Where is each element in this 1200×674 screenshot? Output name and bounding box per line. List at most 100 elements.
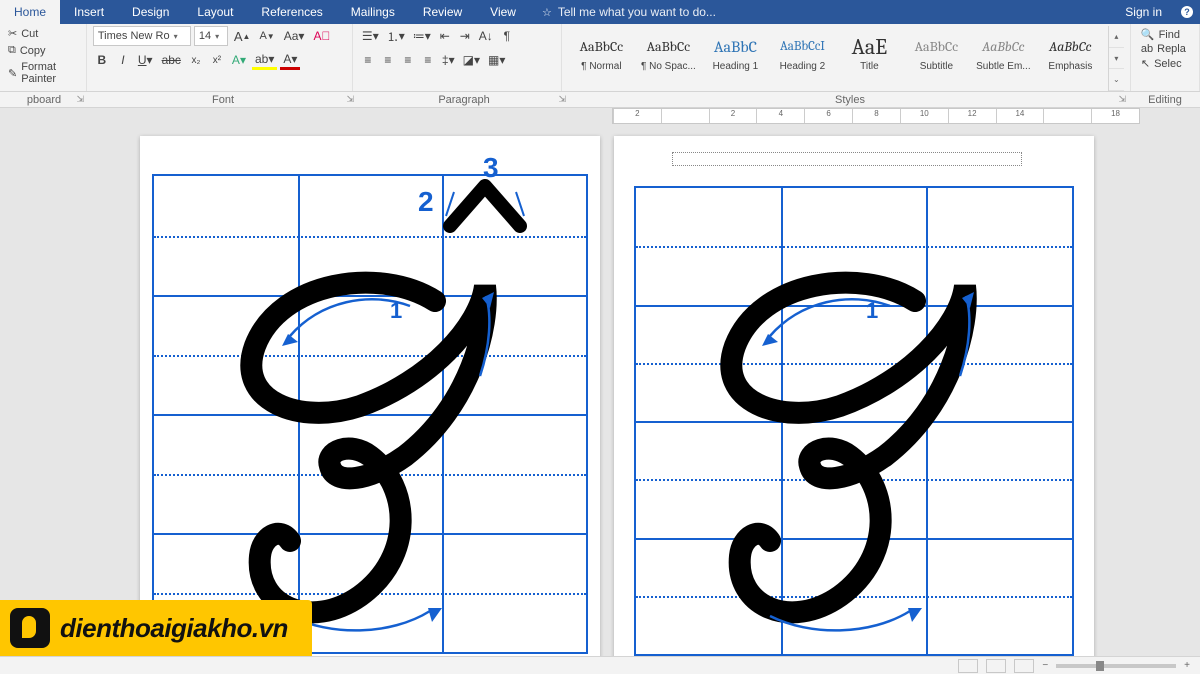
gallery-up-icon[interactable]: ▴ [1109, 26, 1124, 48]
styles-gallery[interactable]: AaBbCc¶ NormalAaBbCc¶ No Spac...AaBbCHea… [568, 26, 1104, 91]
select-button[interactable]: ↖Selec [1137, 57, 1190, 70]
style-tile-heading-1[interactable]: AaBbCHeading 1 [702, 26, 769, 78]
dialog-launcher-icon[interactable]: ⇲ [1118, 94, 1126, 105]
dialog-launcher-icon[interactable]: ⇲ [558, 94, 566, 105]
font-group-label: Font [212, 94, 234, 106]
find-button[interactable]: 🔍Find [1137, 28, 1190, 41]
style-tile-subtle-em---[interactable]: AaBbCcSubtle Em... [970, 26, 1037, 78]
style-tile---normal[interactable]: AaBbCc¶ Normal [568, 26, 635, 78]
brush-icon: ✎ [8, 67, 17, 80]
style-preview: AaBbCc [982, 33, 1024, 61]
superscript-button[interactable]: x² [208, 50, 226, 70]
clear-formatting-button[interactable]: A⃥ [310, 26, 333, 46]
style-name-label: Title [860, 61, 879, 72]
ruler-mark [661, 109, 709, 123]
style-tile-subtitle[interactable]: AaBbCcSubtitle [903, 26, 970, 78]
style-tile-emphasis[interactable]: AaBbCcEmphasis [1037, 26, 1104, 78]
multilevel-button[interactable]: ≔▾ [410, 26, 434, 46]
style-preview: AaBbCc [915, 33, 959, 61]
web-layout-button[interactable] [1014, 659, 1034, 673]
font-name-combo[interactable]: Times New Ro ▾ [93, 26, 191, 46]
gallery-expand-icon[interactable]: ⌄ [1109, 69, 1124, 91]
print-layout-button[interactable] [986, 659, 1006, 673]
increase-indent-button[interactable]: ⇥ [456, 26, 474, 46]
numbering-button[interactable]: ⒈▾ [384, 26, 408, 46]
highlight-button[interactable]: ab▾ [252, 50, 277, 70]
style-preview: AaBbCc [1049, 33, 1091, 61]
bullets-button[interactable]: ☰▾ [359, 26, 382, 46]
tab-review[interactable]: Review [409, 0, 476, 24]
grow-font-button[interactable]: A▲ [231, 26, 254, 46]
page-left[interactable]: 2 3 1 [140, 136, 600, 656]
dialog-launcher-icon[interactable]: ⇲ [76, 94, 84, 105]
style-tile-title[interactable]: AaETitle [836, 26, 903, 78]
stroke-label-2: 2 [418, 186, 434, 218]
zoom-slider[interactable] [1056, 664, 1176, 668]
style-name-label: ¶ Normal [581, 61, 621, 72]
help-icon[interactable]: ? [1174, 0, 1200, 24]
ruler-mark: 4 [756, 109, 804, 123]
tell-me-placeholder: Tell me what you want to do... [558, 5, 716, 19]
align-center-button[interactable]: ≡ [379, 50, 397, 70]
ruler-mark: 18 [1091, 109, 1139, 123]
style-name-label: Heading 2 [780, 61, 826, 72]
line-spacing-button[interactable]: ‡▾ [439, 50, 458, 70]
tab-design[interactable]: Design [118, 0, 183, 24]
tab-layout[interactable]: Layout [183, 0, 247, 24]
align-right-button[interactable]: ≡ [399, 50, 417, 70]
styles-gallery-more[interactable]: ▴ ▾ ⌄ [1108, 26, 1124, 91]
svg-text:?: ? [1184, 7, 1190, 17]
justify-button[interactable]: ≡ [419, 50, 437, 70]
align-left-button[interactable]: ≡ [359, 50, 377, 70]
sign-in-link[interactable]: Sign in [1113, 0, 1174, 24]
text-cursor-frame[interactable] [672, 152, 1022, 166]
decrease-indent-button[interactable]: ⇤ [436, 26, 454, 46]
watermark-text: dienthoaigiakho.vn [60, 613, 288, 644]
watermark-badge: dienthoaigiakho.vn [0, 600, 312, 656]
font-name-value: Times New Ro [98, 30, 170, 42]
copy-button[interactable]: ⧉ Copy [6, 43, 80, 58]
font-color-button[interactable]: A▾ [280, 50, 300, 70]
page-right[interactable]: 1 [614, 136, 1094, 656]
dialog-launcher-icon[interactable]: ⇲ [346, 94, 354, 105]
horizontal-ruler[interactable]: 2246810121418 [612, 108, 1140, 124]
sort-button[interactable]: A↓ [476, 26, 496, 46]
subscript-button[interactable]: x₂ [187, 50, 205, 70]
font-size-combo[interactable]: 14▾ [194, 26, 228, 46]
style-name-label: ¶ No Spac... [641, 61, 696, 72]
borders-button[interactable]: ▦▾ [485, 50, 508, 70]
shrink-font-button[interactable]: A▼ [256, 26, 277, 46]
strikethrough-button[interactable]: abc [159, 50, 184, 70]
copy-label: Copy [20, 45, 46, 57]
zoom-out-button[interactable]: − [1042, 660, 1048, 671]
replace-button[interactable]: abRepla [1137, 43, 1190, 55]
style-tile-heading-2[interactable]: AaBbCcIHeading 2 [769, 26, 836, 78]
text-effects-button[interactable]: A▾ [229, 50, 249, 70]
shading-button[interactable]: ◪▾ [460, 50, 483, 70]
format-painter-button[interactable]: ✎Format Painter [6, 60, 80, 86]
tab-insert[interactable]: Insert [60, 0, 118, 24]
copy-icon: ⧉ [8, 44, 16, 57]
chevron-down-icon: ▾ [174, 32, 178, 41]
gallery-down-icon[interactable]: ▾ [1109, 48, 1124, 70]
tab-home[interactable]: Home [0, 0, 60, 24]
style-preview: AaBbCc [580, 33, 624, 61]
underline-button[interactable]: U▾ [135, 50, 156, 70]
styles-group-label: Styles [835, 94, 865, 106]
style-tile---no-spac---[interactable]: AaBbCc¶ No Spac... [635, 26, 702, 78]
zoom-in-button[interactable]: + [1184, 660, 1190, 671]
style-preview: AaBbCcI [780, 33, 825, 61]
tab-references[interactable]: References [247, 0, 336, 24]
style-preview: AaE [852, 33, 887, 61]
bold-button[interactable]: B [93, 50, 111, 70]
group-clipboard: ✂Cut ⧉ Copy ✎Format Painter [0, 24, 87, 91]
cut-button[interactable]: ✂Cut [6, 26, 80, 41]
tell-me-search[interactable]: Tell me what you want to do... [530, 0, 728, 24]
italic-button[interactable]: I [114, 50, 132, 70]
read-mode-button[interactable] [958, 659, 978, 673]
tab-view[interactable]: View [476, 0, 530, 24]
ribbon-tabs: Home Insert Design Layout References Mai… [0, 0, 1200, 24]
change-case-button[interactable]: Aa▾ [281, 26, 308, 46]
show-marks-button[interactable]: ¶ [498, 26, 516, 46]
tab-mailings[interactable]: Mailings [337, 0, 409, 24]
